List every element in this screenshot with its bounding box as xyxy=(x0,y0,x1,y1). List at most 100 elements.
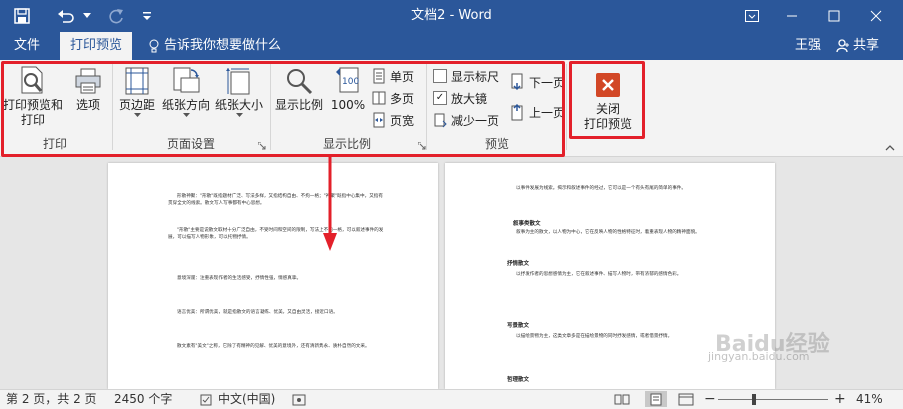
redo-button[interactable] xyxy=(104,4,128,28)
next-page-icon xyxy=(511,73,523,91)
next-page-button[interactable]: 下一页 xyxy=(511,72,565,92)
maximize-button[interactable] xyxy=(814,0,854,32)
print-layout-icon xyxy=(650,393,662,406)
close-print-preview-label: 关闭 打印预览 xyxy=(583,102,632,131)
one-page-label: 单页 xyxy=(390,69,415,84)
save-button[interactable] xyxy=(8,4,36,28)
maximize-icon xyxy=(828,10,840,22)
orientation-label: 纸张方向 xyxy=(161,98,210,112)
macro-icon[interactable] xyxy=(292,394,306,406)
proofing-icon[interactable] xyxy=(200,394,214,406)
multiple-pages-button[interactable]: 多页 xyxy=(372,88,414,108)
group-separator xyxy=(426,64,427,150)
magnifier-checkbox[interactable]: ✓ 放大镜 xyxy=(433,88,487,108)
web-layout-icon[interactable] xyxy=(678,393,694,406)
shrink-page-icon xyxy=(434,113,447,128)
ribbon-tab-row: 文件 打印预览 告诉我你想要做什么 王强 共享 xyxy=(0,32,903,60)
page2-paragraph: 以事件发展为线索。揭示和叙述事件的经过，它可以是一个有头有尾的简单的事件。 xyxy=(516,186,686,191)
margins-icon xyxy=(125,67,149,95)
dialog-launcher-icon[interactable] xyxy=(418,142,426,150)
page2-subheading: 叙事类散文 xyxy=(513,221,541,227)
zoom-in-button[interactable]: + xyxy=(834,390,846,409)
user-name[interactable]: 王强 xyxy=(795,32,821,60)
show-ruler-label: 显示标尺 xyxy=(451,69,500,84)
margins-label: 页边距 xyxy=(118,98,155,112)
share-button[interactable]: 共享 xyxy=(836,34,879,58)
chevron-down-icon xyxy=(182,113,190,117)
zoom-100-button[interactable]: 100 100% xyxy=(328,64,368,113)
shrink-one-page-button[interactable]: 减少一页 xyxy=(433,110,499,130)
page-width-label: 页宽 xyxy=(390,113,415,128)
tab-file[interactable]: 文件 xyxy=(4,32,50,60)
customize-qat-button[interactable] xyxy=(138,4,156,28)
printer-options-icon xyxy=(75,68,101,94)
share-label: 共享 xyxy=(853,38,880,53)
preview-page-1[interactable]: 形散神聚："形散"既指题材广泛、写法多样，又指结构自由、不拘一格；"神聚"既指中… xyxy=(108,163,438,389)
svg-text:100: 100 xyxy=(342,77,359,87)
print-preview-and-print-button[interactable]: 打印预览和 打印 xyxy=(2,64,64,128)
chevron-down-icon xyxy=(133,113,141,117)
zoom-slider-track[interactable] xyxy=(718,399,828,400)
page-width-button[interactable]: 页宽 xyxy=(372,110,414,130)
margins-button[interactable]: 页边距 xyxy=(116,64,158,118)
save-icon xyxy=(14,8,30,24)
page2-heading: 写景散文 xyxy=(507,323,530,329)
collapse-ribbon-icon[interactable] xyxy=(885,144,895,152)
zoom-group-label: 显示比例 xyxy=(322,137,371,151)
zoom-button[interactable]: 显示比例 xyxy=(272,64,326,113)
show-ruler-checkbox[interactable]: 显示标尺 xyxy=(433,66,499,86)
multiple-pages-icon xyxy=(372,91,386,105)
page-count-status[interactable]: 第 2 页，共 2 页 xyxy=(6,390,97,409)
tell-me-label: 告诉我你想要做什么 xyxy=(164,38,282,53)
close-window-button[interactable] xyxy=(856,0,896,32)
dialog-launcher-icon[interactable] xyxy=(258,142,266,150)
one-page-button[interactable]: 单页 xyxy=(372,66,414,86)
options-label: 选项 xyxy=(75,98,100,112)
checkbox-unchecked[interactable] xyxy=(433,69,447,83)
paper-size-icon xyxy=(226,68,250,95)
tell-me-search[interactable]: 告诉我你想要做什么 xyxy=(148,32,281,60)
minimize-button[interactable] xyxy=(772,0,812,32)
shrink-one-page-label: 减少一页 xyxy=(451,113,500,128)
lightbulb-icon xyxy=(149,39,159,53)
chevron-down-icon xyxy=(235,113,243,117)
checkbox-checked[interactable]: ✓ xyxy=(433,91,447,105)
undo-dropdown[interactable] xyxy=(80,4,94,28)
previous-page-icon xyxy=(511,103,523,121)
page2-heading: 抒情散文 xyxy=(507,261,530,267)
group-separator xyxy=(112,64,113,150)
paper-size-label: 纸张大小 xyxy=(214,98,263,112)
previous-page-button[interactable]: 上一页 xyxy=(511,102,565,122)
ribbon-display-options-button[interactable] xyxy=(732,0,772,32)
close-print-preview-button[interactable]: 关闭 打印预览 xyxy=(574,68,642,132)
zoom-out-button[interactable]: − xyxy=(704,390,716,409)
page1-paragraph: 语言优美：所谓优美，就是指散文的语言凝练、优美，又自由灵活，接近口语。 xyxy=(177,310,338,315)
page-width-icon xyxy=(373,112,385,128)
page1-paragraph: "形散"主要是说散文取材十分广泛自由，不受时间和空间的限制，写法上不拘一格，可以… xyxy=(168,228,384,240)
close-icon xyxy=(870,10,882,22)
tab-print-preview[interactable]: 打印预览 xyxy=(60,32,133,60)
read-mode-icon[interactable] xyxy=(614,393,630,406)
orientation-button[interactable]: 纸张方向 xyxy=(160,64,212,118)
language-status[interactable]: 中文(中国) xyxy=(218,390,275,409)
watermark-url: jingyan.baidu.com xyxy=(708,350,810,363)
multiple-pages-label: 多页 xyxy=(390,91,415,106)
page2-paragraph: 叙事为主的散文，以人物为中心，它在反映人物的性格特征时，着重表现人物的精神面貌。 xyxy=(516,230,700,235)
page1-paragraph: 意境深邃：注重表现作者的生活感受，抒情性强，情感真挚。 xyxy=(177,276,302,281)
one-page-icon xyxy=(373,68,385,84)
vertical-scrollbar[interactable] xyxy=(889,157,903,389)
close-preview-icon xyxy=(596,73,620,97)
zoom-level-status[interactable]: 41% xyxy=(856,390,883,409)
options-button[interactable]: 选项 xyxy=(68,64,108,113)
ribbon-options-icon xyxy=(745,10,759,22)
next-page-label: 下一页 xyxy=(529,75,566,90)
title-bar: 文档2 - Word xyxy=(0,0,903,32)
undo-button[interactable] xyxy=(52,4,80,28)
print-preview-and-print-label: 打印预览和 打印 xyxy=(2,98,63,127)
word-count-status[interactable]: 2450 个字 xyxy=(114,390,172,409)
undo-icon xyxy=(58,10,74,23)
orientation-icon xyxy=(173,67,200,93)
zoom-slider-thumb[interactable] xyxy=(752,394,756,405)
page-setup-group-label: 页面设置 xyxy=(166,137,215,151)
paper-size-button[interactable]: 纸张大小 xyxy=(212,64,266,118)
